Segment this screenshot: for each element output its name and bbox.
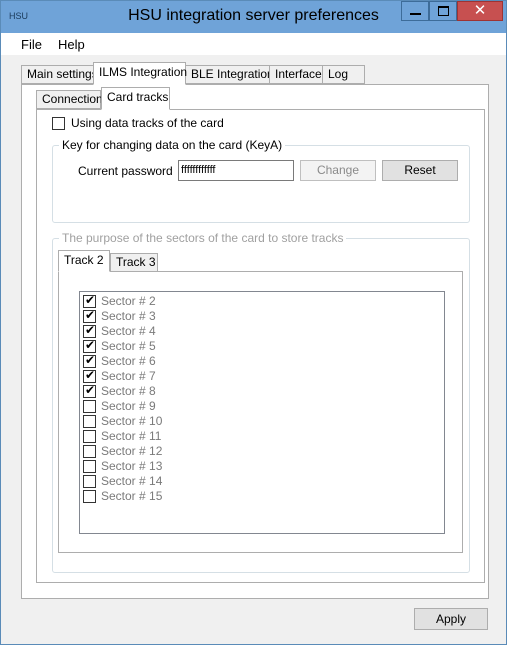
list-item[interactable]: ✔ Sector # 2 — [83, 294, 283, 309]
checkmark-icon: ✔ — [85, 368, 96, 382]
sectors-group-title: The purpose of the sectors of the card t… — [59, 231, 347, 245]
sector-label: Sector # 9 — [101, 399, 156, 413]
list-item[interactable]: Sector # 15 — [83, 489, 283, 504]
sector-label: Sector # 7 — [101, 369, 156, 383]
maximize-icon — [438, 6, 449, 16]
sector-15-checkbox[interactable] — [83, 490, 96, 503]
tab-track-2[interactable]: Track 2 — [58, 250, 110, 272]
maximize-button[interactable] — [429, 1, 457, 21]
list-item[interactable]: ✔ Sector # 5 — [83, 339, 283, 354]
list-item[interactable]: Sector # 10 — [83, 414, 283, 429]
sector-label: Sector # 14 — [101, 474, 163, 488]
sector-12-checkbox[interactable] — [83, 445, 96, 458]
track-2-panel: ✔ Sector # 2 ✔ Sector # 3 ✔ Sector # 4 ✔… — [58, 271, 463, 553]
tab-track-3[interactable]: Track 3 — [110, 253, 158, 272]
menu-bar: File Help — [1, 33, 506, 55]
checkmark-icon: ✔ — [85, 353, 96, 367]
checkmark-icon: ✔ — [85, 293, 96, 307]
sector-label: Sector # 5 — [101, 339, 156, 353]
list-item[interactable]: ✔ Sector # 4 — [83, 324, 283, 339]
sector-14-checkbox[interactable] — [83, 475, 96, 488]
apply-button[interactable]: Apply — [414, 608, 488, 630]
checkmark-icon: ✔ — [85, 338, 96, 352]
sectors-groupbox: The purpose of the sectors of the card t… — [52, 231, 470, 573]
card-tracks-panel: Using data tracks of the card Key for ch… — [36, 109, 485, 583]
use-tracks-label: Using data tracks of the card — [71, 116, 224, 130]
sector-label: Sector # 6 — [101, 354, 156, 368]
key-groupbox: Key for changing data on the card (KeyA)… — [52, 138, 470, 223]
checkmark-icon: ✔ — [85, 323, 96, 337]
tab-interface[interactable]: Interface — [269, 65, 323, 84]
sector-4-checkbox[interactable]: ✔ — [83, 323, 96, 338]
list-item[interactable]: ✔ Sector # 6 — [83, 354, 283, 369]
tab-log[interactable]: Log — [322, 65, 365, 84]
tab-ble-integration[interactable]: BLE Integration — [185, 65, 274, 84]
password-label: Current password — [78, 164, 173, 178]
sector-3-checkbox[interactable]: ✔ — [83, 308, 96, 323]
key-group-title: Key for changing data on the card (KeyA) — [59, 138, 286, 152]
sector-label: Sector # 10 — [101, 414, 163, 428]
current-password-input[interactable]: ffffffffffff — [178, 160, 294, 181]
checkmark-icon: ✔ — [85, 308, 96, 322]
sector-label: Sector # 8 — [101, 384, 156, 398]
sector-13-checkbox[interactable] — [83, 460, 96, 473]
tab-ilms-integration[interactable]: ILMS Integration — [93, 62, 187, 85]
menu-file[interactable]: File — [21, 37, 42, 52]
sector-10-checkbox[interactable] — [83, 415, 96, 428]
reset-button[interactable]: Reset — [382, 160, 458, 181]
sector-9-checkbox[interactable] — [83, 400, 96, 413]
title-bar: HSU HSU integration server preferences ✕ — [1, 1, 506, 33]
list-item[interactable]: ✔ Sector # 8 — [83, 384, 283, 399]
minimize-icon — [410, 13, 421, 15]
menu-help[interactable]: Help — [58, 37, 85, 52]
sector-8-checkbox[interactable]: ✔ — [83, 383, 96, 398]
sector-7-checkbox[interactable]: ✔ — [83, 368, 96, 383]
sectors-list[interactable]: ✔ Sector # 2 ✔ Sector # 3 ✔ Sector # 4 ✔… — [79, 291, 445, 534]
tab-card-tracks[interactable]: Card tracks — [101, 87, 170, 110]
change-button[interactable]: Change — [300, 160, 376, 181]
list-item[interactable]: Sector # 14 — [83, 474, 283, 489]
use-tracks-checkbox[interactable] — [52, 117, 65, 130]
sector-2-checkbox[interactable]: ✔ — [83, 293, 96, 308]
sector-label: Sector # 2 — [101, 294, 156, 308]
tab-connection[interactable]: Connection — [36, 90, 103, 109]
tab-main-settings[interactable]: Main settings — [21, 65, 98, 84]
list-item[interactable]: Sector # 13 — [83, 459, 283, 474]
sector-6-checkbox[interactable]: ✔ — [83, 353, 96, 368]
list-item[interactable]: ✔ Sector # 3 — [83, 309, 283, 324]
close-button[interactable]: ✕ — [457, 1, 503, 21]
sector-11-checkbox[interactable] — [83, 430, 96, 443]
close-icon: ✕ — [473, 2, 487, 19]
minimize-button[interactable] — [401, 1, 429, 21]
sector-label: Sector # 12 — [101, 444, 163, 458]
list-item[interactable]: ✔ Sector # 7 — [83, 369, 283, 384]
sector-label: Sector # 3 — [101, 309, 156, 323]
sector-label: Sector # 13 — [101, 459, 163, 473]
sector-label: Sector # 11 — [101, 429, 162, 443]
checkmark-icon: ✔ — [85, 383, 96, 397]
sector-label: Sector # 4 — [101, 324, 156, 338]
list-item[interactable]: Sector # 11 — [83, 429, 283, 444]
preferences-window: HSU HSU integration server preferences ✕… — [0, 0, 507, 645]
list-item[interactable]: Sector # 12 — [83, 444, 283, 459]
sector-5-checkbox[interactable]: ✔ — [83, 338, 96, 353]
list-item[interactable]: Sector # 9 — [83, 399, 283, 414]
sector-label: Sector # 15 — [101, 489, 163, 503]
